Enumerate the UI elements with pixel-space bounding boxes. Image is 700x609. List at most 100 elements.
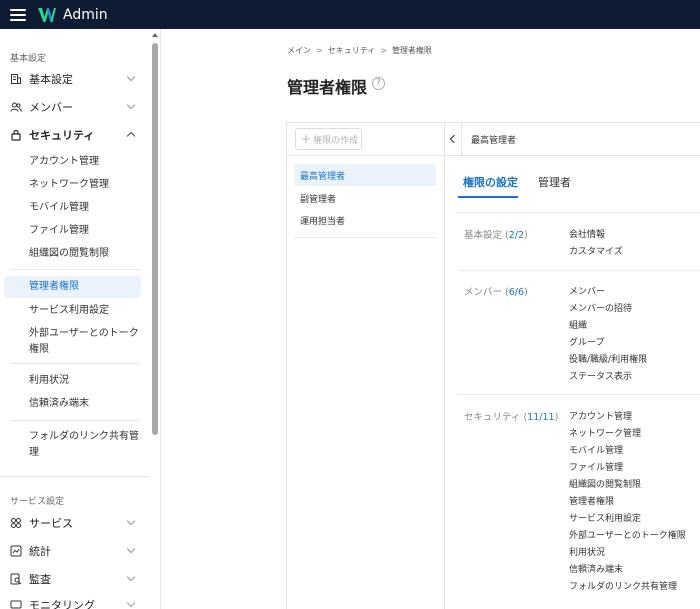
detail-top-border <box>445 122 700 123</box>
permission-item: 利用状況 <box>569 548 606 558</box>
sidebar-section-label: サービス設定 <box>10 497 65 507</box>
sidebar-divider <box>0 476 150 477</box>
role-item-operator[interactable]: 運用担当者 <box>294 209 436 231</box>
chevron-down-icon <box>126 544 136 554</box>
permission-item: 管理者権限 <box>569 497 615 507</box>
sidebar-item-label: 外部ユーザーとのトーク <box>29 328 139 339</box>
group-count: 11/11 <box>527 412 555 423</box>
lock-icon <box>10 129 22 141</box>
panel-divider <box>287 155 445 156</box>
role-item-super-admin[interactable]: 最高管理者 <box>294 164 436 186</box>
sidebar-scrollbar[interactable] <box>150 29 161 609</box>
tab-permission-settings[interactable]: 権限の設定 <box>463 174 518 190</box>
sidebar-menu-service[interactable]: サービス <box>10 513 138 533</box>
detail-header-divider <box>445 155 700 156</box>
sidebar-divider <box>10 269 140 270</box>
monitor-icon <box>10 599 22 609</box>
breadcrumb-home[interactable]: メイン <box>287 45 311 56</box>
group-divider <box>458 270 700 271</box>
group-label: セキュリティ <box>464 412 521 423</box>
permission-item: 組織 <box>569 321 588 331</box>
sidebar-item-external-talk[interactable]: 外部ユーザーとのトーク 権限 <box>29 326 139 358</box>
chart-icon <box>10 545 22 557</box>
sidebar-item-trusted-device[interactable]: 信頼済み端末 <box>29 396 89 412</box>
breadcrumb: メイン > セキュリティ > 管理者権限 <box>287 45 432 56</box>
sidebar-item-folder-link[interactable]: フォルダのリンク共有管 理 <box>29 429 139 461</box>
scroll-thumb[interactable] <box>152 43 158 435</box>
collapse-panel-button[interactable] <box>445 122 462 156</box>
grid-icon <box>10 517 22 529</box>
sidebar-item-account[interactable]: アカウント管理 <box>29 154 99 170</box>
sidebar-section-label: 基本設定 <box>10 54 47 64</box>
permission-group-basic: 基本設定 (2/2) <box>464 230 528 241</box>
permission-item: カスタマイズ <box>569 247 623 257</box>
sidebar-menu-label: メンバー <box>29 101 73 114</box>
breadcrumb-security[interactable]: セキュリティ <box>328 45 376 56</box>
sidebar-menu-stats[interactable]: 統計 <box>10 541 138 561</box>
sidebar-menu-basic[interactable]: 基本設定 <box>10 69 138 89</box>
permission-item: モバイル管理 <box>569 446 624 456</box>
sidebar-divider <box>10 420 140 421</box>
permission-item: メンバー <box>569 287 606 297</box>
create-role-label: 権限の作成 <box>313 135 359 146</box>
permission-group-member: メンバー (6/6) <box>464 287 528 298</box>
sidebar-item-file[interactable]: ファイル管理 <box>29 223 89 239</box>
chevron-down-icon <box>126 516 136 526</box>
permission-item: ネットワーク管理 <box>569 429 642 439</box>
sidebar-item-mobile[interactable]: モバイル管理 <box>29 200 89 216</box>
top-bar: Admin <box>0 0 700 29</box>
permission-item: フォルダのリンク共有管理 <box>569 582 678 592</box>
building-icon <box>10 73 22 85</box>
sidebar-menu-label: セキュリティ <box>29 129 95 142</box>
sidebar-menu-label: 統計 <box>29 545 51 558</box>
sidebar-item-admin[interactable]: 管理者権限 <box>29 279 79 295</box>
permission-item: サービス利用設定 <box>569 514 642 524</box>
audit-search-icon <box>10 573 22 585</box>
sidebar-menu-monitoring[interactable]: モニタリング <box>10 595 138 609</box>
sidebar-item-orgchart[interactable]: 組織図の閲覧制限 <box>29 246 109 262</box>
permission-item: ステータス表示 <box>569 372 633 382</box>
sidebar-item-service-use[interactable]: サービス利用設定 <box>29 303 109 319</box>
create-role-button[interactable]: + 権限の作成 <box>295 128 362 150</box>
chevron-down-icon <box>126 598 136 608</box>
sidebar-item-label: 権限 <box>29 344 49 355</box>
chevron-down-icon <box>126 572 136 582</box>
permission-item: メンバーの招待 <box>569 304 633 314</box>
permission-item: 会社情報 <box>569 230 606 240</box>
group-divider <box>458 394 700 395</box>
hamburger-menu-icon[interactable] <box>10 8 26 21</box>
help-icon[interactable]: ? <box>372 77 385 90</box>
sidebar-menu-audit[interactable]: 監査 <box>10 569 138 589</box>
w-logo-icon <box>38 7 56 22</box>
sidebar-menu-security[interactable]: セキュリティ <box>10 125 138 145</box>
sidebar-item-network[interactable]: ネットワーク管理 <box>29 177 109 193</box>
tabs-divider <box>458 212 700 213</box>
chevron-down-icon <box>126 100 136 110</box>
people-icon <box>10 101 22 113</box>
permission-item: グループ <box>569 338 605 348</box>
app-title: Admin <box>63 6 108 23</box>
permission-item: 外部ユーザーとのトーク権限 <box>569 531 686 541</box>
sidebar-menu-label: 基本設定 <box>29 73 73 86</box>
group-label: メンバー <box>464 287 503 298</box>
sidebar-menu-label: 監査 <box>29 573 51 586</box>
breadcrumb-separator: > <box>316 46 323 55</box>
breadcrumb-current: 管理者権限 <box>391 46 432 55</box>
sidebar-item-usage[interactable]: 利用状況 <box>29 373 69 389</box>
role-item-sub-admin[interactable]: 副管理者 <box>294 187 436 209</box>
permission-item: アカウント管理 <box>569 412 633 422</box>
breadcrumb-separator: > <box>380 46 387 55</box>
permission-item: ファイル管理 <box>569 463 624 473</box>
tab-admins[interactable]: 管理者 <box>538 174 571 190</box>
plus-icon: + <box>301 132 312 146</box>
sidebar-menu-member[interactable]: メンバー <box>10 97 138 117</box>
permission-item: 組織図の閲覧制限 <box>569 480 642 490</box>
group-count: 6/6 <box>508 287 525 298</box>
group-count: 2/2 <box>508 230 525 241</box>
permission-item: 役職/職級/利用権限 <box>569 355 648 365</box>
sidebar-divider <box>10 363 140 364</box>
roles-divider <box>294 237 436 238</box>
page-title: 管理者権限 <box>287 78 368 97</box>
scroll-up-arrow-icon[interactable] <box>152 33 158 37</box>
active-tab-indicator <box>458 196 518 198</box>
